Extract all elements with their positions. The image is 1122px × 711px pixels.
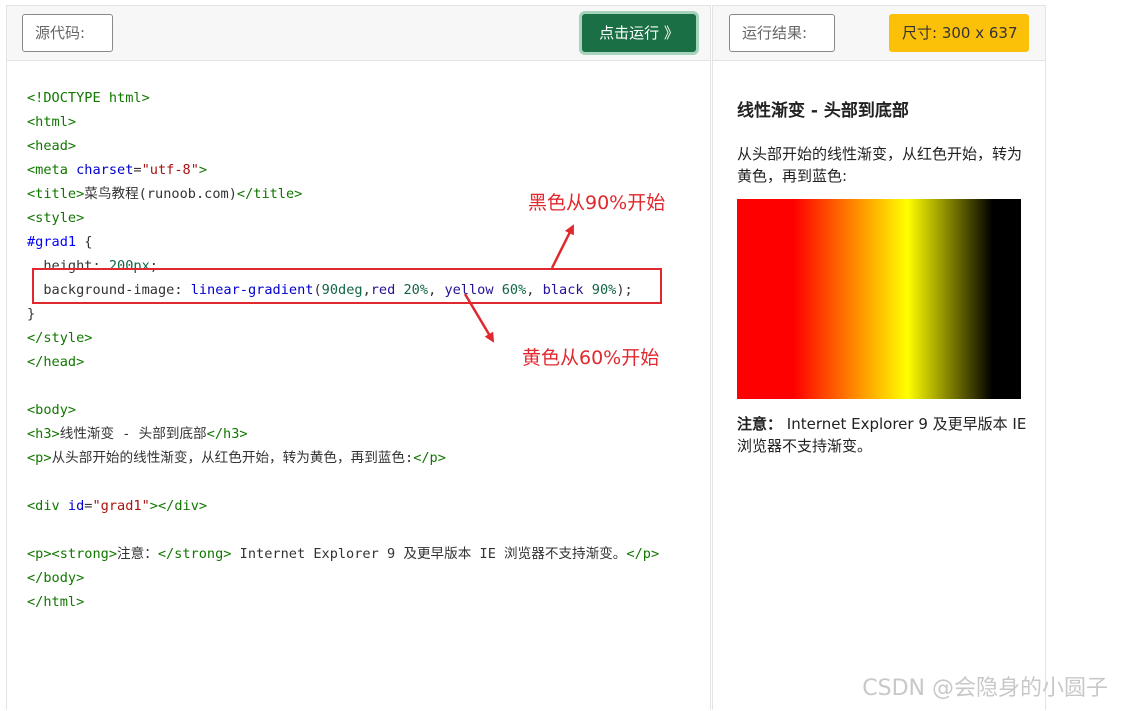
arrow-to-yellow [463, 293, 495, 343]
arrow-to-black [550, 224, 575, 269]
annotation-black: 黑色从90%开始 [528, 192, 666, 214]
result-label-button[interactable]: 运行结果: [729, 14, 835, 52]
result-toolbar: 运行结果: 尺寸: 300 x 637 [713, 6, 1045, 61]
size-badge: 尺寸: 300 x 637 [889, 14, 1029, 52]
result-description: 从头部开始的线性渐变，从红色开始，转为黄色，再到蓝色: [737, 145, 1023, 185]
result-heading: 线性渐变 - 头部到底部 [737, 101, 909, 121]
gradient-box [737, 199, 1021, 399]
watermark: CSDN @会隐身的小圆子 [862, 676, 1108, 701]
annotation-yellow: 黄色从60%开始 [522, 347, 660, 369]
result-panel: 运行结果: 尺寸: 300 x 637 线性渐变 - 头部到底部 从头部开始的线… [712, 5, 1046, 710]
result-preview: 线性渐变 - 头部到底部 从头部开始的线性渐变，从红色开始，转为黄色，再到蓝色:… [737, 96, 1027, 457]
source-panel: 源代码: 点击运行 》 <!DOCTYPE html> <html> <head> <… [6, 5, 711, 710]
note-strong: 注意： [737, 415, 783, 433]
result-note: 注意： Internet Explorer 9 及更早版本 IE 浏览器不支持渐… [737, 413, 1027, 457]
